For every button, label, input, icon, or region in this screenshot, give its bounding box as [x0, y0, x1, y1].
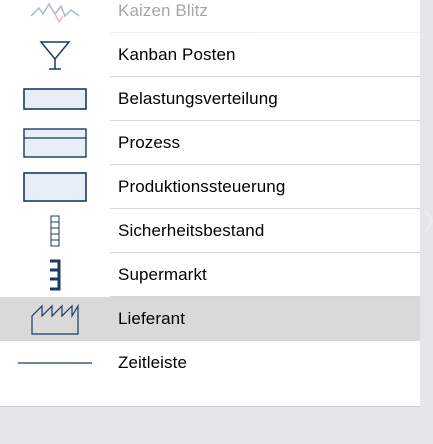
- safety-stock-icon: [0, 209, 110, 253]
- list-item-label: Belastungsverteilung: [118, 89, 278, 108]
- list-item-label: Kanban Posten: [118, 45, 236, 64]
- load-leveling-icon: [0, 77, 110, 121]
- process-box-icon: [0, 121, 110, 165]
- kaizen-burst-icon: [0, 0, 110, 33]
- production-control-icon: [0, 165, 110, 209]
- list-item-label: Sicherheitsbestand: [118, 221, 265, 240]
- list-item-label: Produktionssteuerung: [118, 177, 286, 196]
- list-item-label: Zeitleiste: [118, 353, 188, 372]
- list-item-kaizen-blitz[interactable]: Kaizen Blitz: [0, 0, 420, 33]
- list-item-kanban-posten[interactable]: Kanban Posten: [0, 33, 420, 77]
- list-item-produktionssteuerung[interactable]: Produktionssteuerung: [0, 165, 420, 209]
- list-item-label: Supermarkt: [118, 265, 207, 284]
- list-item-prozess[interactable]: Prozess: [0, 121, 420, 165]
- kanban-post-icon: [0, 33, 110, 77]
- panel-divider: [0, 406, 420, 407]
- shape-list: Kaizen Blitz Kanban Posten Belastungsver…: [0, 0, 420, 385]
- supplier-factory-icon: [0, 297, 110, 341]
- list-item-belastungsverteilung[interactable]: Belastungsverteilung: [0, 77, 420, 121]
- list-item-label: Lieferant: [118, 309, 186, 328]
- supermarket-icon: [0, 253, 110, 297]
- list-item-lieferant[interactable]: Lieferant: [0, 297, 420, 341]
- list-item-zeitleiste[interactable]: Zeitleiste: [0, 341, 420, 385]
- timeline-icon: [0, 341, 110, 385]
- list-item-label: Kaizen Blitz: [118, 1, 209, 20]
- chevron-right-icon: [424, 209, 433, 233]
- list-item-label: Prozess: [118, 133, 181, 152]
- shape-list-panel: Kaizen Blitz Kanban Posten Belastungsver…: [0, 0, 420, 406]
- list-item-sicherheitsbestand[interactable]: Sicherheitsbestand: [0, 209, 420, 253]
- list-item-supermarkt[interactable]: Supermarkt: [0, 253, 420, 297]
